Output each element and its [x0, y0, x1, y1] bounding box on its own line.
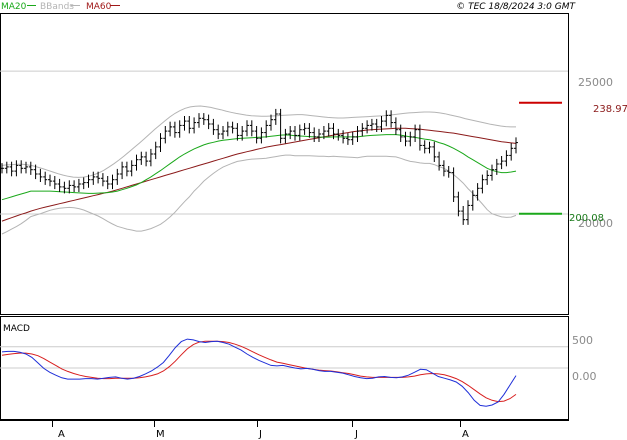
price-panel-frame: [0, 13, 569, 315]
legend-bbands-label: BBands: [40, 2, 74, 12]
month-label: M: [156, 429, 165, 440]
price-ytick-label: 25000: [578, 76, 613, 89]
month-label: A: [462, 429, 469, 440]
macd-panel-label: MACD: [3, 324, 30, 334]
support-level-label: 200.08: [569, 213, 604, 224]
month-label: A: [58, 429, 65, 440]
legend-ma20-label: MA20: [1, 2, 27, 12]
resistance-level-label: 238.97: [593, 104, 627, 115]
macd-ytick-label: 0.00: [572, 370, 597, 383]
macd-ytick-label: 500: [572, 334, 593, 347]
legend-ma60-label: MA60: [86, 2, 112, 12]
copyright-text: © TEC 18/8/2024 3:0 GMT: [456, 2, 576, 12]
month-label: J: [354, 429, 358, 440]
stock-chart: 25000 20000 500 0.00 238.97 200.08 A M J…: [0, 0, 627, 440]
month-label: J: [258, 429, 262, 440]
